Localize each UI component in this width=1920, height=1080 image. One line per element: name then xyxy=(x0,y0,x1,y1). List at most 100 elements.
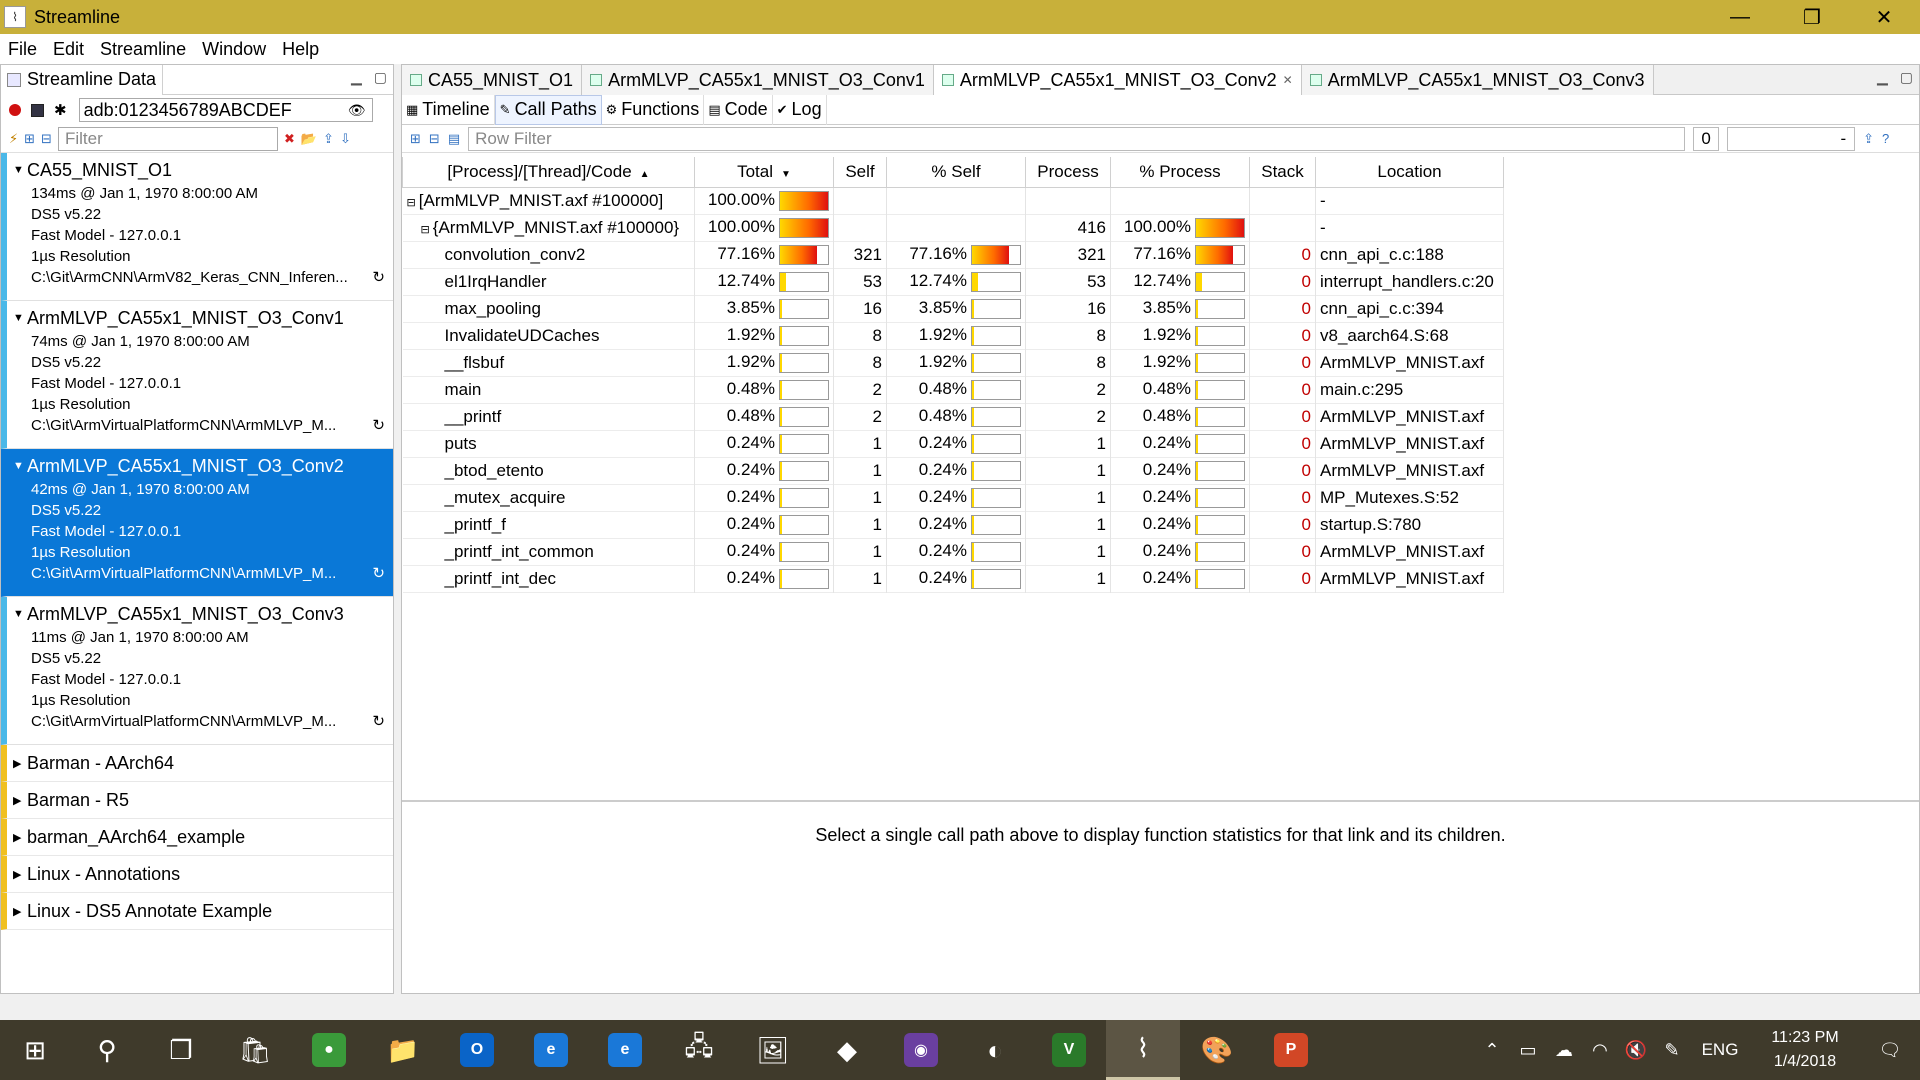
row-filter-dropdown[interactable]: - xyxy=(1727,126,1856,151)
col-header-process[interactable]: Process xyxy=(1025,157,1111,188)
capture-tab[interactable]: ArmMLVP_CA55x1_MNIST_O3_Conv1 xyxy=(582,65,934,95)
col-header-total[interactable]: Total ▼ xyxy=(694,157,834,188)
capture-item[interactable]: ▼ CA55_MNIST_O1 134ms @ Jan 1, 1970 8:00:0… xyxy=(1,153,393,301)
ie-icon[interactable]: e xyxy=(514,1020,588,1080)
table-row[interactable]: _printf_int_common 0.24% 1 0.24% 1 0.24% 0 ArmM… xyxy=(402,538,1504,565)
col-header-stack[interactable]: Stack xyxy=(1249,157,1316,188)
capture-group[interactable]: ▶ Barman - AArch64 xyxy=(1,745,393,782)
open-folder-icon[interactable]: 📂 xyxy=(301,131,317,147)
capture-tab[interactable]: ArmMLVP_CA55x1_MNIST_O3_Conv2 ✕ xyxy=(933,65,1302,95)
filter-input[interactable]: Filter xyxy=(57,126,278,151)
menu-help[interactable]: Help xyxy=(274,39,327,60)
table-row[interactable]: ⊟ [ArmMLVP_MNIST.axf #100000] 100.00% - xyxy=(402,187,1504,214)
editor-maximize-icon[interactable]: ▢ xyxy=(1900,69,1913,86)
table-row[interactable]: main 0.48% 2 0.48% 2 0.48% 0 main.c:295 xyxy=(402,376,1504,403)
expand-triangle-icon[interactable]: ▼ xyxy=(13,608,27,620)
collapsed-triangle-icon[interactable]: ▶ xyxy=(13,905,27,918)
export-icon[interactable]: ⇪ xyxy=(323,131,334,147)
clock[interactable]: 11:23 PM 1/4/2018 xyxy=(1750,1026,1860,1074)
collapse-rows-icon[interactable]: ⊟ xyxy=(429,131,440,147)
view-tab-functions[interactable]: ⚙ Functions xyxy=(602,94,705,125)
refresh-icon[interactable]: ↻ xyxy=(372,563,385,584)
col-header-location[interactable]: Location xyxy=(1315,157,1504,188)
table-row[interactable]: puts 0.24% 1 0.24% 1 0.24% 0 ArmMLVP_MNIST.axf xyxy=(402,430,1504,457)
capture-item[interactable]: ▼ ArmMLVP_CA55x1_MNIST_O3_Conv1 74ms @ Jan… xyxy=(1,301,393,449)
expand-triangle-icon[interactable]: ▼ xyxy=(13,164,27,176)
github-icon[interactable]: ◉ xyxy=(884,1020,958,1080)
filter-rows-icon[interactable]: ▤ xyxy=(448,131,460,147)
minimize-button[interactable]: — xyxy=(1704,0,1776,34)
capture-tab[interactable]: CA55_MNIST_O1 xyxy=(402,65,583,95)
refresh-icon[interactable]: ↻ xyxy=(372,711,385,732)
refresh-icon[interactable]: ↻ xyxy=(372,415,385,436)
search-icon[interactable]: ⚲ xyxy=(70,1020,144,1080)
paint-icon[interactable]: 🎨 xyxy=(1180,1020,1254,1080)
capture-group[interactable]: ▶ Barman - R5 xyxy=(1,782,393,819)
view-tab-code[interactable]: ▤ Code xyxy=(704,94,773,125)
eclipse-icon[interactable]: ◐ xyxy=(958,1020,1032,1080)
menu-file[interactable]: File xyxy=(0,39,45,60)
tree-toggle-icon[interactable]: ⊟ xyxy=(407,197,419,209)
store-icon[interactable]: 🛍 xyxy=(218,1020,292,1080)
menu-streamline[interactable]: Streamline xyxy=(92,39,194,60)
powerpoint-icon[interactable]: P xyxy=(1254,1020,1328,1080)
panel-minimize-icon[interactable]: ▁ xyxy=(351,69,362,86)
table-row[interactable]: ⊟ {ArmMLVP_MNIST.axf #100000} 100.00% 416 1… xyxy=(402,214,1504,241)
col-header-code[interactable]: [Process]/[Thread]/Code ▲ xyxy=(402,157,695,188)
start-icon[interactable]: ⊞ xyxy=(0,1020,70,1080)
table-row[interactable]: _btod_etento 0.24% 1 0.24% 1 0.24% 0 ArmMLVP_MN… xyxy=(402,457,1504,484)
edge-icon[interactable]: e xyxy=(588,1020,662,1080)
wifi-icon[interactable]: ◠ xyxy=(1582,1040,1618,1061)
table-row[interactable]: _printf_int_dec 0.24% 1 0.24% 1 0.24% 0 ArmMLVP… xyxy=(402,565,1504,592)
close-tab-icon[interactable]: ✕ xyxy=(1283,73,1293,87)
expand-triangle-icon[interactable]: ▼ xyxy=(13,312,27,324)
outlook-icon[interactable]: O xyxy=(440,1020,514,1080)
editor-minimize-icon[interactable]: ▁ xyxy=(1877,69,1888,86)
eye-icon[interactable]: 👁 xyxy=(348,99,366,121)
expand-all-icon[interactable]: ⊞ xyxy=(24,131,35,147)
row-filter-input[interactable]: Row Filter xyxy=(468,126,1686,151)
device-field[interactable]: adb:0123456789ABCDEF 👁 xyxy=(78,98,373,122)
collapse-all-icon[interactable]: ⊟ xyxy=(41,131,52,147)
delete-icon[interactable]: ✖ xyxy=(284,131,295,147)
view-tab-log[interactable]: ✔ Log xyxy=(773,94,827,125)
close-button[interactable]: ✕ xyxy=(1848,0,1920,34)
table-row[interactable]: __printf 0.48% 2 0.48% 2 0.48% 0 ArmMLVP_MNIST.… xyxy=(402,403,1504,430)
collapsed-triangle-icon[interactable]: ▶ xyxy=(13,831,27,844)
menu-window[interactable]: Window xyxy=(194,39,274,60)
git-icon[interactable]: ◆ xyxy=(810,1020,884,1080)
lightning-icon[interactable]: ⚡ xyxy=(9,131,18,147)
vim-icon[interactable]: V xyxy=(1032,1020,1106,1080)
capture-group[interactable]: ▶ barman_AArch64_example xyxy=(1,819,393,856)
chrome-icon[interactable]: ● xyxy=(292,1020,366,1080)
cloud-icon[interactable]: ☁ xyxy=(1546,1040,1582,1061)
menu-edit[interactable]: Edit xyxy=(45,39,92,60)
col-header-pct-process[interactable]: % Process xyxy=(1110,157,1250,188)
table-row[interactable]: max_pooling 3.85% 16 3.85% 16 3.85% 0 cnn_api_c… xyxy=(402,295,1504,322)
tree-toggle-icon[interactable]: ⊟ xyxy=(421,224,433,236)
language-indicator[interactable]: ENG xyxy=(1690,1040,1750,1060)
gear-icon[interactable]: ✱ xyxy=(54,101,67,119)
table-row[interactable]: __flsbuf 1.92% 8 1.92% 8 1.92% 0 ArmMLVP_MNIST.… xyxy=(402,349,1504,376)
export-table-icon[interactable]: ⇪ xyxy=(1863,131,1874,147)
capture-group[interactable]: ▶ Linux - Annotations xyxy=(1,856,393,893)
notifications-icon[interactable]: 🗨 xyxy=(1860,1040,1920,1061)
table-row[interactable]: convolution_conv2 77.16% 321 77.16% 321 77.16… xyxy=(402,241,1504,268)
record-icon[interactable] xyxy=(9,104,21,116)
pen-icon[interactable]: ✎ xyxy=(1654,1040,1690,1061)
import-icon[interactable]: ⇩ xyxy=(340,131,351,147)
view-tab-timeline[interactable]: ▦ Timeline xyxy=(402,94,495,125)
collapsed-triangle-icon[interactable]: ▶ xyxy=(13,757,27,770)
maximize-button[interactable]: ❐ xyxy=(1776,0,1848,34)
capture-item[interactable]: ▼ ArmMLVP_CA55x1_MNIST_O3_Conv3 11ms @ Jan… xyxy=(1,597,393,745)
help-icon[interactable]: ? xyxy=(1882,131,1889,146)
streamline-icon[interactable]: ⌇ xyxy=(1106,1020,1180,1080)
table-row[interactable]: _printf_f 0.24% 1 0.24% 1 0.24% 0 startup.S:780 xyxy=(402,511,1504,538)
volume-muted-icon[interactable]: 🔇 xyxy=(1618,1040,1654,1061)
task-view-icon[interactable]: ❐ xyxy=(144,1020,218,1080)
capture-item[interactable]: ▼ ArmMLVP_CA55x1_MNIST_O3_Conv2 42ms @ Jan… xyxy=(1,449,393,597)
image-viewer-icon[interactable]: 🖼 xyxy=(736,1020,810,1080)
battery-icon[interactable]: ▭ xyxy=(1510,1040,1546,1061)
table-row[interactable]: _mutex_acquire 0.24% 1 0.24% 1 0.24% 0 MP_Mutex… xyxy=(402,484,1504,511)
table-row[interactable]: el1IrqHandler 12.74% 53 12.74% 53 12.74% 0 inte… xyxy=(402,268,1504,295)
